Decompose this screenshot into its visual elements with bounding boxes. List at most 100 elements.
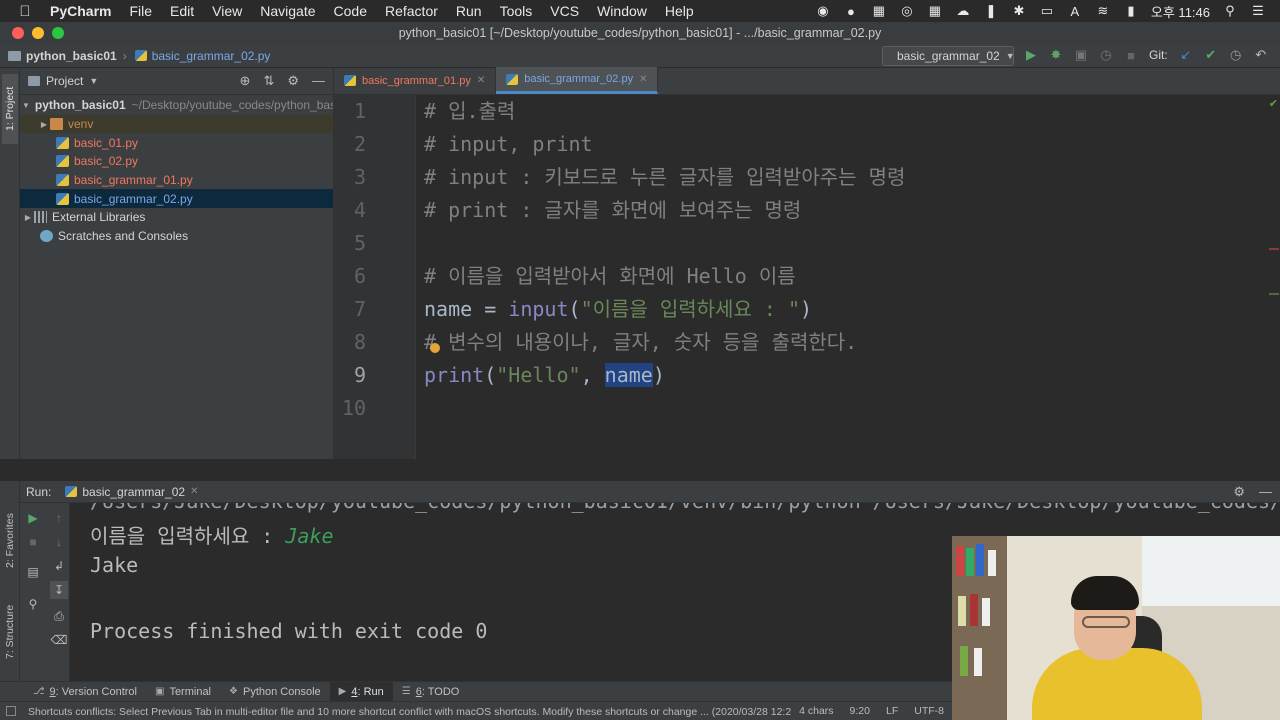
input-source-icon[interactable]: A [1067,4,1083,19]
spotlight-search-icon[interactable]: ⚲ [1222,3,1238,18]
tree-item-root[interactable]: ▼ python_basic01 ~/Desktop/youtube_codes… [20,96,333,115]
stop-icon[interactable]: ■ [24,533,42,551]
creative-cloud-icon[interactable]: ◎ [899,3,915,18]
collapse-all-icon[interactable]: ⇅ [263,73,274,89]
close-window-button[interactable] [12,27,24,39]
lightbulb-icon[interactable] [430,343,440,353]
menu-view[interactable]: View [203,3,251,19]
menu-vcs[interactable]: VCS [541,3,588,19]
rerun-icon[interactable]: ▶ [24,509,42,527]
pause-icon[interactable]: ❚ [983,3,999,18]
zoom-window-button[interactable] [52,27,64,39]
line-separator[interactable]: LF [878,705,906,717]
caret-position[interactable]: 9:20 [842,705,878,717]
editor-tab-basic-grammar-01[interactable]: basic_grammar_01.py ✕ [334,67,497,94]
tree-item-scratches[interactable]: Scratches and Consoles [20,227,333,246]
hide-panel-icon[interactable]: — [312,73,325,89]
chat-bubble-icon[interactable]: ● [843,4,859,19]
scroll-to-end-icon[interactable]: ↧ [50,581,68,599]
tool-tab-terminal[interactable]: ▣ Terminal [146,682,220,702]
tree-item-basic-grammar-02[interactable]: basic_grammar_02.py [20,189,333,209]
run-tab-basic-grammar-02[interactable]: basic_grammar_02 ✕ [65,485,198,499]
menu-tools[interactable]: Tools [491,3,542,19]
restore-layout-icon[interactable]: ▤ [24,563,42,581]
trash-icon[interactable]: ⌫ [50,631,68,649]
calendar-icon[interactable]: ▦ [871,3,887,18]
tree-item-basic-01[interactable]: basic_01.py [20,133,333,152]
soft-wrap-icon[interactable]: ↲ [50,557,68,575]
grid-icon[interactable]: ▦ [927,3,943,18]
favorites-tool-tab[interactable]: 2: Favorites [2,504,18,578]
tree-item-venv[interactable]: ▶ venv [20,114,333,134]
run-configuration-selector[interactable]: basic_grammar_02 ▼ [882,46,1015,66]
hide-panel-icon[interactable]: — [1259,484,1272,500]
scroll-down-icon[interactable]: ↓ [50,533,68,551]
battery-icon[interactable]: ▮ [1123,3,1139,18]
tool-tab-todo[interactable]: ☰ 6: TODO [393,682,469,702]
apple-icon[interactable]:  [10,3,40,20]
breadcrumb-file[interactable]: basic_grammar_02.py [127,49,270,63]
error-stripe[interactable]: ✔ [1268,95,1280,459]
status-message[interactable]: Shortcuts conflicts: Select Previous Tab… [0,704,791,719]
run-icon[interactable]: ▶ [1024,47,1038,63]
tool-tab-python-console[interactable]: ❖ Python Console [220,682,330,702]
pin-icon[interactable]: ⚲ [24,595,42,613]
menu-window[interactable]: Window [588,3,656,19]
project-tool-tab[interactable]: 1: Project [2,74,18,144]
airplay-icon[interactable]: ▭ [1039,3,1055,18]
menu-edit[interactable]: Edit [161,3,203,19]
git-commit-icon[interactable]: ✔ [1204,47,1218,63]
tree-item-external-libraries[interactable]: ▶ External Libraries [20,208,333,227]
notification-center-icon[interactable]: ☰ [1250,3,1266,18]
code-editor[interactable]: # 입.출력 # input, print # input : 키보드로 누른 … [416,95,1280,459]
close-tab-icon[interactable]: ✕ [190,486,198,497]
file-encoding[interactable]: UTF-8 [906,705,952,717]
structure-tool-tab[interactable]: 7: Structure [2,594,18,670]
expand-arrow-icon[interactable]: ▼ [22,101,30,110]
menu-code[interactable]: Code [325,3,376,19]
menu-run[interactable]: Run [447,3,491,19]
print-icon[interactable]: ⎙ [50,607,68,625]
bluetooth-icon[interactable]: ✱ [1011,3,1027,18]
wifi-icon[interactable]: ≋ [1095,3,1111,18]
minimize-window-button[interactable] [32,27,44,39]
menu-clock[interactable]: 오후 11:46 [1151,2,1210,21]
menu-navigate[interactable]: Navigate [251,3,324,19]
menu-app-pycharm[interactable]: PyCharm [40,3,120,19]
record-icon[interactable]: ◉ [815,3,831,18]
chevron-down-icon[interactable]: ▼ [89,76,98,86]
coverage-icon[interactable]: ▣ [1074,47,1088,63]
tree-item-basic-02[interactable]: basic_02.py [20,152,333,171]
tree-item-basic-grammar-01[interactable]: basic_grammar_01.py [20,171,333,190]
inspection-ok-icon[interactable]: ✔ [1269,97,1278,110]
expand-arrow-icon[interactable]: ▶ [22,213,34,222]
gear-icon[interactable]: ⚙ [1233,484,1245,500]
expand-arrow-icon[interactable]: ▶ [38,120,50,129]
git-history-icon[interactable]: ◷ [1229,47,1243,63]
menu-file[interactable]: File [120,3,161,19]
editor-tab-basic-grammar-02[interactable]: basic_grammar_02.py ✕ [496,67,659,94]
change-marker[interactable] [1269,248,1279,250]
menu-help[interactable]: Help [656,3,703,19]
cloud-icon[interactable]: ☁ [955,3,971,18]
gear-icon[interactable]: ⚙ [287,73,299,89]
tool-tab-version-control[interactable]: ⎇ 9: Version Control [24,682,146,702]
git-update-icon[interactable]: ↙ [1179,47,1193,63]
debug-icon[interactable]: ✸ [1049,47,1063,63]
project-panel-title[interactable]: Project [46,74,83,88]
git-rollback-icon[interactable]: ↶ [1254,47,1268,63]
close-tab-icon[interactable]: ✕ [477,75,485,86]
close-tab-icon[interactable]: ✕ [639,74,647,85]
window-title-bar: python_basic01 [~/Desktop/youtube_codes/… [0,22,1280,44]
project-panel-header: Project ▼ ⊕ ⇅ ⚙ — [20,68,333,95]
tool-tab-run[interactable]: ▶ 4: Run [329,681,393,702]
change-marker[interactable] [1269,293,1279,295]
locate-file-icon[interactable]: ⊕ [240,73,251,89]
toggle-tool-windows-icon[interactable] [6,706,16,716]
panel-splitter[interactable] [0,459,1280,481]
stop-icon[interactable]: ■ [1124,48,1138,63]
profile-icon[interactable]: ◷ [1099,47,1113,63]
scroll-up-icon[interactable]: ↑ [50,509,68,527]
breadcrumb-project[interactable]: python_basic01 [0,49,117,63]
menu-refactor[interactable]: Refactor [376,3,447,19]
